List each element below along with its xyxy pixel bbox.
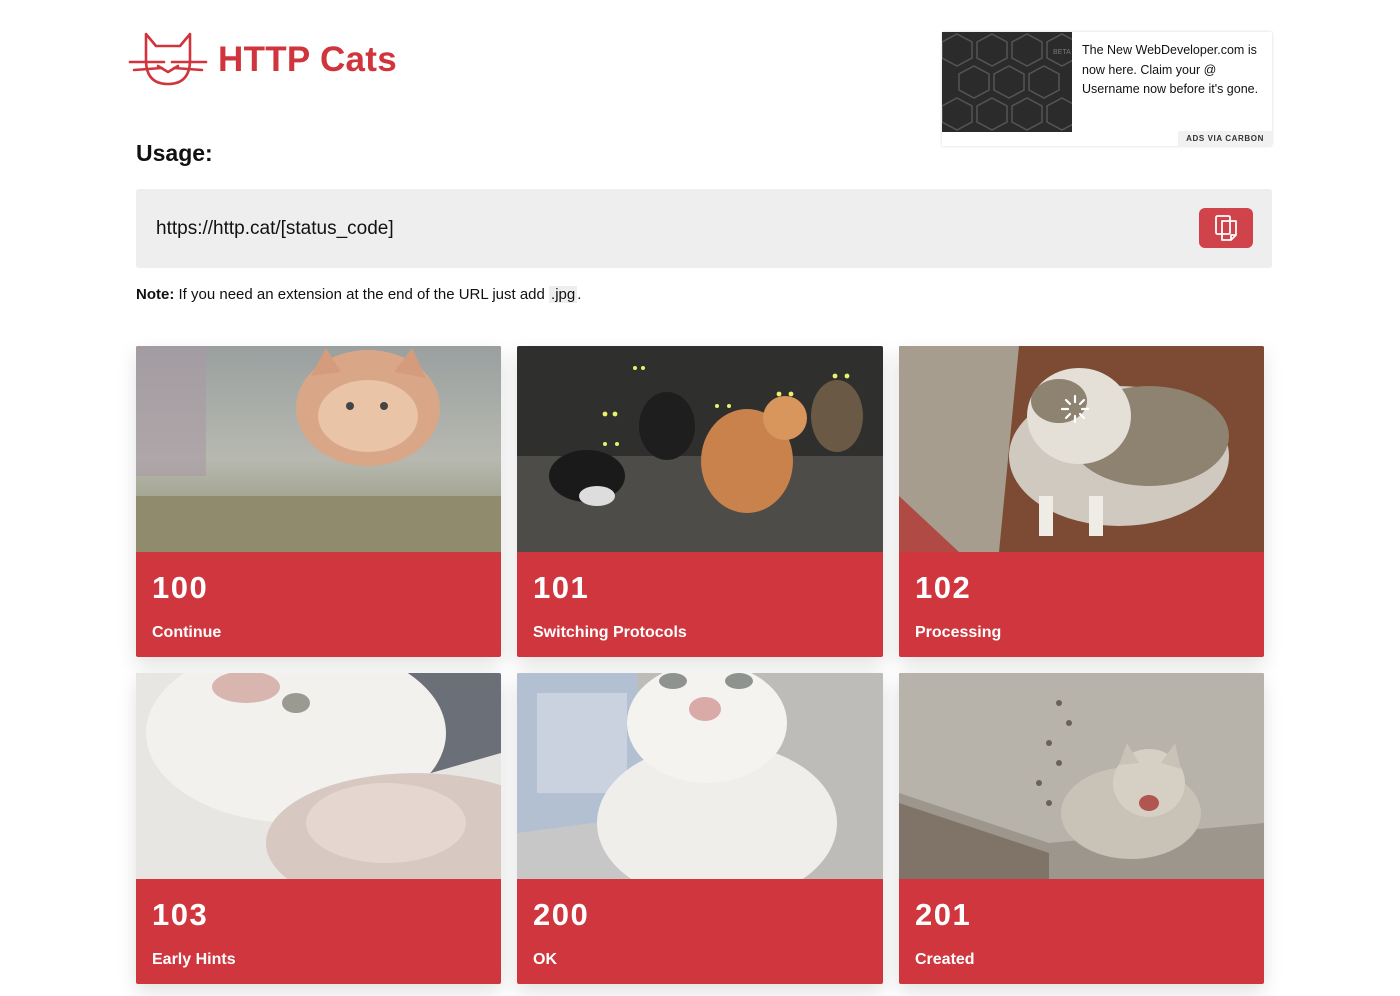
- status-code: 102: [915, 570, 972, 605]
- copy-button[interactable]: [1199, 208, 1253, 248]
- cat-logo-icon[interactable]: [128, 30, 208, 90]
- status-card-102[interactable]: 102 Processing: [899, 346, 1264, 657]
- status-code: 100: [152, 570, 209, 605]
- site-header: HTTP Cats: [128, 30, 397, 90]
- note-text: If you need an extension at the end of t…: [174, 286, 550, 303]
- status-code: 201: [915, 897, 972, 932]
- status-code: 101: [533, 570, 590, 605]
- status-card-201[interactable]: 201 Created: [899, 673, 1264, 984]
- status-card-101[interactable]: 101 Switching Protocols: [517, 346, 883, 657]
- status-code: 200: [533, 897, 590, 932]
- status-card-100[interactable]: 100 Continue: [136, 346, 501, 657]
- status-card-200[interactable]: 200 OK: [517, 673, 883, 984]
- usage-note: Note: If you need an extension at the en…: [136, 286, 581, 303]
- status-card-103[interactable]: 103 Early Hints: [136, 673, 501, 984]
- cat-image-103[interactable]: [136, 673, 501, 879]
- status-grid: 100 Continue 101 Switching Protocols 102…: [136, 346, 1264, 984]
- ad-via-carbon[interactable]: ADS VIA CARBON: [1178, 131, 1272, 146]
- status-code: 103: [152, 897, 209, 932]
- status-label: Processing: [915, 624, 1002, 641]
- usage-url-box: https://http.cat/[status_code]: [136, 189, 1272, 268]
- cat-image-102[interactable]: [899, 346, 1264, 552]
- ad-text[interactable]: The New WebDeveloper.com is now here. Cl…: [1072, 32, 1272, 146]
- ad-image-label: BETA: [1053, 49, 1071, 56]
- status-label: Early Hints: [152, 951, 236, 968]
- cat-image-200[interactable]: [517, 673, 883, 879]
- status-label: Continue: [152, 624, 222, 641]
- note-extension: .jpg: [549, 286, 578, 303]
- note-label: Note:: [136, 286, 175, 303]
- cat-image-100[interactable]: [136, 346, 501, 552]
- status-label: OK: [533, 951, 557, 968]
- usage-url: https://http.cat/[status_code]: [156, 217, 394, 239]
- status-label: Created: [915, 951, 975, 968]
- cat-image-101[interactable]: [517, 346, 883, 552]
- usage-heading: Usage:: [136, 140, 213, 166]
- copy-icon: [1215, 215, 1237, 241]
- cat-image-201[interactable]: [899, 673, 1264, 879]
- ad-image[interactable]: BETA: [942, 32, 1072, 132]
- site-title[interactable]: HTTP Cats: [218, 40, 397, 80]
- note-end: .: [577, 286, 582, 303]
- carbon-ad[interactable]: BETA The New WebDeveloper.com is now her…: [942, 32, 1272, 146]
- status-label: Switching Protocols: [533, 624, 687, 641]
